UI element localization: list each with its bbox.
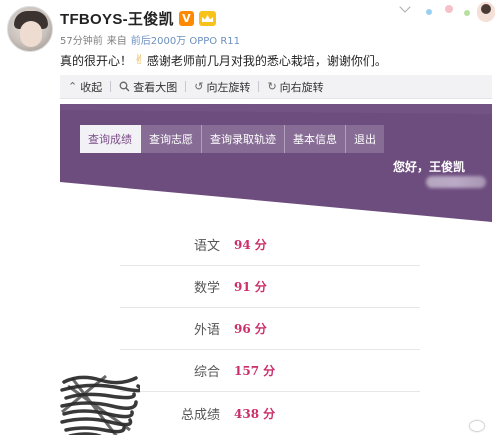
subject-label: 数学 <box>193 281 220 296</box>
portal-nav: 查询成绩 查询志愿 查询录取轨迹 基本信息 退出 <box>80 125 384 153</box>
post-time[interactable]: 57分钟前 <box>60 32 103 47</box>
score-number: 96 <box>234 322 251 336</box>
username[interactable]: TFBOYS-王俊凯 <box>60 8 174 29</box>
post-text: 真的很开心！ ✌ 感谢老师前几月对我的悉心栽培，谢谢你们。 <box>60 52 387 69</box>
collapse-icon: ⌃ <box>68 80 78 93</box>
score-value: 157 分 <box>234 362 275 379</box>
rotate-right-icon: ↻ <box>267 80 277 93</box>
tab-query-admission-track[interactable]: 查询录取轨迹 <box>202 125 285 153</box>
post-text-part1: 真的很开心！ <box>60 54 133 68</box>
collapse-label: 收起 <box>80 80 103 94</box>
decoration-illustration <box>426 2 495 22</box>
rotate-right-label: 向右旋转 <box>279 80 324 94</box>
score-unit: 分 <box>263 364 276 378</box>
collapse-button[interactable]: ⌃ 收起 <box>60 75 110 99</box>
score-unit: 分 <box>254 238 267 252</box>
verified-badge-icon: V <box>178 11 194 26</box>
image-toolbar: ⌃ 收起 查看大图 ↺ 向左旋转 ↻ 向右旋转 <box>60 75 492 99</box>
avatar[interactable] <box>7 6 53 52</box>
corner-decoration <box>399 0 499 24</box>
score-row: 语文 94 分 <box>120 224 420 266</box>
weibo-watermark <box>470 421 484 431</box>
search-icon <box>119 81 130 92</box>
victory-hand-icon: ✌ <box>134 53 145 68</box>
rotate-left-icon: ↺ <box>194 80 204 93</box>
tab-query-preferences[interactable]: 查询志愿 <box>141 125 202 153</box>
crown-icon <box>198 11 216 26</box>
score-unit: 分 <box>254 280 267 294</box>
rotate-right-button[interactable]: ↻ 向右旋转 <box>259 75 331 99</box>
source-prefix: 来自 <box>106 36 127 47</box>
score-value: 91 分 <box>234 278 267 295</box>
score-row: 外语 96 分 <box>120 308 420 350</box>
score-number: 94 <box>234 238 251 252</box>
view-large-button[interactable]: 查看大图 <box>111 75 185 99</box>
score-row: 总成绩 438 分 <box>120 392 420 434</box>
score-number: 91 <box>234 280 251 294</box>
score-value: 94 分 <box>234 236 267 253</box>
tab-basic-info[interactable]: 基本信息 <box>285 125 346 153</box>
post-source[interactable]: 前后2000万 OPPO R11 <box>131 32 240 47</box>
score-value: 438 分 <box>234 405 275 422</box>
subject-label: 外语 <box>193 323 220 338</box>
scribble-redaction <box>60 374 140 435</box>
score-row: 综合 157 分 <box>120 350 420 392</box>
greeting: 您好，王俊凯 <box>393 160 466 174</box>
view-large-label: 查看大图 <box>133 80 178 94</box>
avatar-face <box>20 21 42 47</box>
score-number: 157 <box>234 364 260 378</box>
score-row: 数学 91 分 <box>120 266 420 308</box>
rotate-left-label: 向左旋转 <box>206 80 251 94</box>
post-header: TFBOYS-王俊凯 V <box>60 8 216 29</box>
post-meta: 57分钟前 来自 前后2000万 OPPO R11 <box>60 32 240 47</box>
score-unit: 分 <box>263 406 276 421</box>
tab-query-scores[interactable]: 查询成绩 <box>80 125 141 153</box>
post-image[interactable]: 查询成绩 查询志愿 查询录取轨迹 基本信息 退出 您好，王俊凯 语文 94 分 数… <box>60 104 492 435</box>
weibo-logo-icon <box>470 421 484 431</box>
blurred-exam-id <box>426 176 486 188</box>
score-unit: 分 <box>254 322 267 336</box>
post-text-part2: 感谢老师前几月对我的悉心栽培，谢谢你们。 <box>146 54 387 68</box>
rotate-left-button[interactable]: ↺ 向左旋转 <box>186 75 258 99</box>
tab-logout[interactable]: 退出 <box>346 125 384 153</box>
score-value: 96 分 <box>234 320 267 337</box>
score-number: 438 <box>234 406 260 421</box>
subject-label: 语文 <box>193 239 220 254</box>
